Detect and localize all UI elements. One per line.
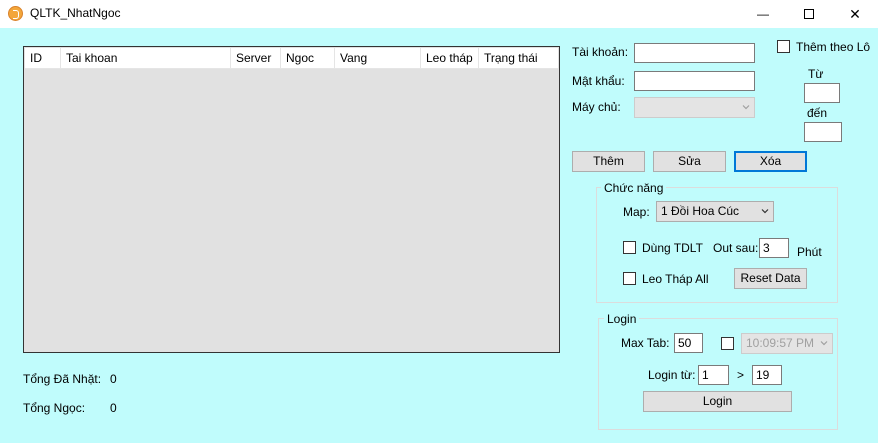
chevron-down-icon (820, 341, 828, 346)
username-input[interactable] (634, 43, 755, 63)
column-header-vang[interactable]: Vang (335, 48, 421, 69)
total-picked-label: Tổng Đã Nhặt: (23, 372, 102, 386)
batch-add-checkbox[interactable] (777, 40, 790, 53)
batch-from-input[interactable] (804, 83, 840, 103)
login-button[interactable]: Login (643, 391, 792, 412)
server-label: Máy chủ: (572, 100, 621, 114)
delete-button[interactable]: Xóa (734, 151, 807, 172)
column-header-leo-thap[interactable]: Leo tháp (421, 48, 479, 69)
add-button[interactable]: Thêm (572, 151, 645, 172)
batch-from-label: Từ (808, 67, 824, 81)
schedule-checkbox[interactable] (721, 337, 734, 350)
server-select[interactable] (634, 97, 755, 118)
tdlt-label: Dùng TDLT (642, 241, 703, 255)
login-from-input[interactable] (698, 365, 729, 385)
column-header-id[interactable]: ID (25, 48, 61, 69)
batch-add-label: Thêm theo Lô (796, 40, 871, 54)
climb-all-label: Leo Tháp All (642, 272, 709, 286)
batch-to-label: đến (807, 106, 828, 120)
column-header-account[interactable]: Tai khoan (61, 48, 231, 69)
window-title: QLTK_NhatNgoc (30, 6, 121, 20)
account-list[interactable]: ID Tai khoan Server Ngoc Vang Leo tháp T… (23, 46, 560, 353)
minute-label: Phút (797, 245, 822, 259)
features-group-title: Chức năng (601, 181, 667, 195)
minimize-button[interactable]: — (740, 0, 786, 28)
close-button[interactable]: ✕ (832, 0, 878, 28)
out-after-label: Out sau: (713, 241, 759, 255)
maximize-icon (804, 9, 814, 19)
username-label: Tài khoản: (572, 45, 629, 59)
close-icon: ✕ (849, 5, 861, 22)
login-range-separator: > (737, 368, 745, 382)
column-header-status[interactable]: Trạng thái (479, 48, 559, 69)
out-after-input[interactable] (759, 238, 789, 258)
app-icon (8, 6, 23, 21)
total-ngoc-value: 0 (110, 401, 117, 415)
list-header: ID Tai khoan Server Ngoc Vang Leo tháp T… (25, 48, 558, 69)
maximize-button[interactable] (786, 0, 832, 28)
edit-button[interactable]: Sửa (653, 151, 726, 172)
tdlt-checkbox[interactable] (623, 241, 636, 254)
password-input[interactable] (634, 71, 755, 91)
max-tab-label: Max Tab: (621, 336, 670, 350)
max-tab-input[interactable] (674, 333, 703, 353)
total-picked-value: 0 (110, 372, 117, 386)
login-group-title: Login (604, 312, 640, 326)
climb-all-checkbox[interactable] (623, 272, 636, 285)
login-to-input[interactable] (752, 365, 782, 385)
chevron-down-icon (742, 105, 750, 110)
schedule-time-picker[interactable]: 10:09:57 PM (741, 333, 833, 354)
batch-to-input[interactable] (804, 122, 842, 142)
map-label: Map: (623, 205, 650, 219)
login-from-label: Login từ: (648, 368, 696, 382)
password-label: Mật khẩu: (572, 74, 625, 88)
title-bar: QLTK_NhatNgoc — ✕ (0, 0, 878, 28)
schedule-time-value: 10:09:57 PM (746, 336, 815, 350)
minimize-icon: — (757, 7, 769, 21)
map-select[interactable]: 1 Đồi Hoa Cúc (656, 201, 774, 222)
column-header-server[interactable]: Server (231, 48, 281, 69)
chevron-down-icon (761, 209, 769, 214)
column-header-ngoc[interactable]: Ngoc (281, 48, 335, 69)
total-ngoc-label: Tổng Ngọc: (23, 401, 86, 415)
reset-data-button[interactable]: Reset Data (734, 268, 807, 289)
map-select-value: 1 Đồi Hoa Cúc (661, 204, 740, 218)
